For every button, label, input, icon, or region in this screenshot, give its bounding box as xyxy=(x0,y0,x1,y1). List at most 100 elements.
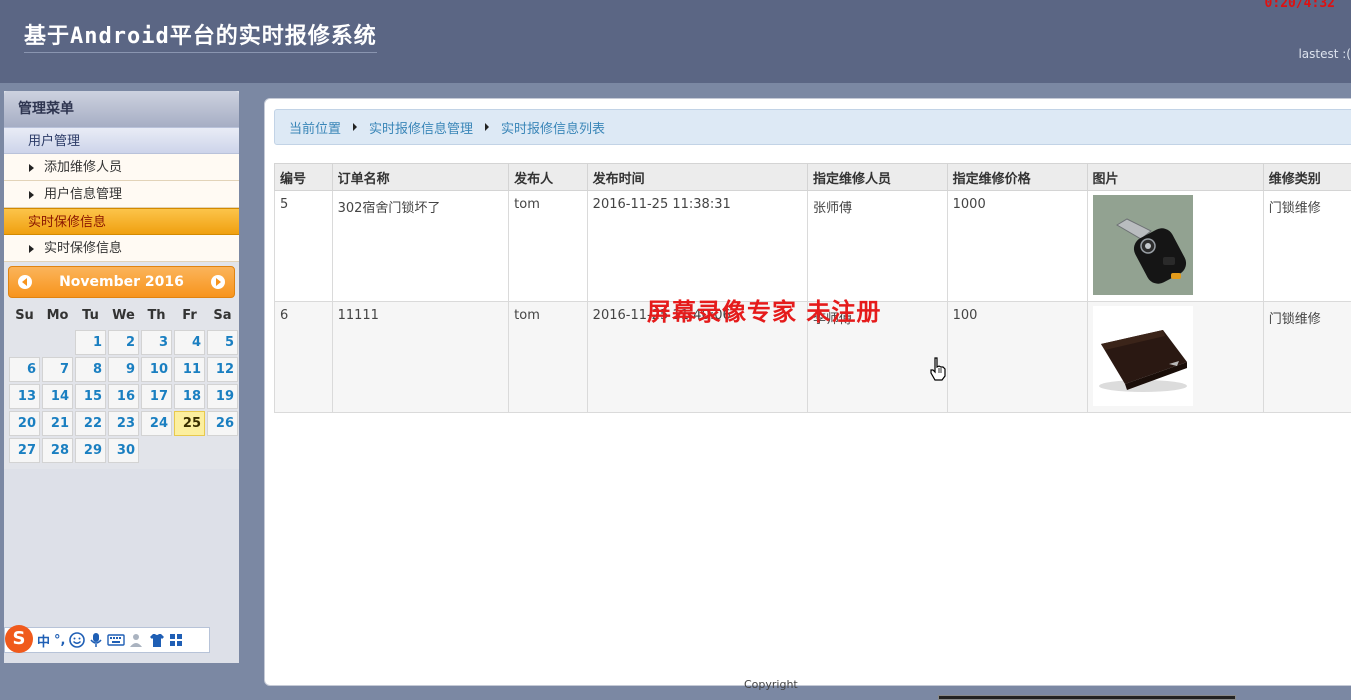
calendar-day[interactable]: 28 xyxy=(42,438,73,463)
menu-item-user-info[interactable]: 用户信息管理 xyxy=(4,181,239,208)
calendar-weekday: We xyxy=(112,308,135,323)
calendar-header: November 2016 xyxy=(8,266,235,298)
col-order-name[interactable]: 订单名称 xyxy=(331,163,510,191)
footer-copyright: Copyright xyxy=(744,678,798,691)
header: 基于Android平台的实时报修系统 0:20/4:32 lastest :( xyxy=(0,0,1351,83)
breadcrumb-current-location[interactable]: 当前位置 xyxy=(289,118,341,137)
calendar-weekday: Mo xyxy=(46,308,69,323)
calendar-day[interactable]: 27 xyxy=(9,438,40,463)
user-account-icon[interactable] xyxy=(129,632,145,648)
col-publisher[interactable]: 发布人 xyxy=(508,163,588,191)
calendar-day[interactable]: 5 xyxy=(207,330,238,355)
col-id[interactable]: 编号 xyxy=(274,163,333,191)
car-key-photo[interactable] xyxy=(1092,195,1193,295)
calendar-day[interactable]: 22 xyxy=(75,411,106,436)
calendar-day[interactable]: 8 xyxy=(75,357,106,382)
calendar-weekday: Su xyxy=(15,308,34,323)
calendar-day[interactable]: 11 xyxy=(174,357,205,382)
menu-group-user-management[interactable]: 用户管理 xyxy=(4,127,239,154)
calendar-day-today[interactable]: 25 xyxy=(174,411,205,436)
calendar-day[interactable]: 1 xyxy=(75,330,106,355)
cell-order-name: 302宿舍门锁坏了 xyxy=(331,190,510,302)
cell-image xyxy=(1086,190,1264,302)
menu-item-add-repairer[interactable]: 添加维修人员 xyxy=(4,154,239,181)
cell-publisher: tom xyxy=(508,190,588,302)
recording-timer: 0:20/4:32 xyxy=(1264,0,1335,11)
calendar-day[interactable]: 14 xyxy=(42,384,73,409)
calendar-day[interactable]: 12 xyxy=(207,357,238,382)
repair-info-table: 编号 订单名称 发布人 发布时间 指定维修人员 指定维修价格 图片 维修类别 5… xyxy=(274,163,1351,413)
breadcrumb-arrow-icon xyxy=(353,123,358,131)
calendar-day[interactable]: 21 xyxy=(42,411,73,436)
cell-image xyxy=(1086,301,1264,413)
calendar-day[interactable]: 9 xyxy=(108,357,139,382)
calendar-month-label: November 2016 xyxy=(59,274,184,290)
calendar-day[interactable]: 16 xyxy=(108,384,139,409)
cell-category: 门锁维修 xyxy=(1262,190,1351,302)
breadcrumb: 当前位置 实时报修信息管理 实时报修信息列表 xyxy=(274,109,1351,145)
breadcrumb-repair-list[interactable]: 实时报修信息列表 xyxy=(501,118,605,137)
main-panel: 当前位置 实时报修信息管理 实时报修信息列表 编号 订单名称 发布人 发布时间 … xyxy=(264,98,1351,686)
breadcrumb-arrow-icon xyxy=(485,123,490,131)
ime-mode-label[interactable]: 中 xyxy=(37,631,50,650)
col-price[interactable]: 指定维修价格 xyxy=(946,163,1088,191)
hand-cursor-icon xyxy=(930,357,946,381)
col-category[interactable]: 维修类别 xyxy=(1262,163,1351,191)
calendar-day[interactable]: 6 xyxy=(9,357,40,382)
cell-id: 6 xyxy=(274,301,333,413)
user-info: lastest :( xyxy=(1298,47,1351,61)
sidebar-title: 管理菜单 xyxy=(4,91,239,127)
breadcrumb-repair-management[interactable]: 实时报修信息管理 xyxy=(369,118,473,137)
cell-order-name: 11111 xyxy=(331,301,510,413)
calendar-weekday: Fr xyxy=(182,308,197,323)
keyboard-icon[interactable] xyxy=(107,633,126,647)
cell-price: 100 xyxy=(946,301,1088,413)
menu-group-realtime-repair[interactable]: 实时保修信息 xyxy=(4,208,239,235)
calendar-day[interactable]: 26 xyxy=(207,411,238,436)
wallet-photo[interactable] xyxy=(1092,306,1193,406)
calendar-day[interactable]: 17 xyxy=(141,384,172,409)
col-repairer[interactable]: 指定维修人员 xyxy=(806,163,948,191)
next-month-icon[interactable] xyxy=(211,275,225,289)
cell-id: 5 xyxy=(274,190,333,302)
ime-punct-label[interactable]: °, xyxy=(54,633,65,648)
sidebar: 管理菜单 用户管理 添加维修人员 用户信息管理 实时保修信息 实时保修信息 No… xyxy=(4,91,239,663)
calendar-day[interactable]: 15 xyxy=(75,384,106,409)
calendar-day[interactable]: 18 xyxy=(174,384,205,409)
calendar-day[interactable]: 10 xyxy=(141,357,172,382)
calendar-day[interactable]: 30 xyxy=(108,438,139,463)
calendar-day[interactable]: 29 xyxy=(75,438,106,463)
cell-category: 门锁维修 xyxy=(1262,301,1351,413)
calendar-weekday: Tu xyxy=(82,308,99,323)
menu-item-realtime-repair-info[interactable]: 实时保修信息 xyxy=(4,235,239,262)
col-publish-time[interactable]: 发布时间 xyxy=(586,163,808,191)
calendar-grid: Su Mo Tu We Th Fr Sa 1 2 3 4 5 6 7 8 9 10 11 12 13 14 15 16 17 1… xyxy=(9,304,238,463)
taskbar-fragment xyxy=(938,695,1236,700)
calendar-day[interactable]: 2 xyxy=(108,330,139,355)
calendar-day[interactable]: 20 xyxy=(9,411,40,436)
calendar-day[interactable]: 13 xyxy=(9,384,40,409)
skin-shirt-icon[interactable] xyxy=(149,632,165,648)
calendar-day[interactable]: 19 xyxy=(207,384,238,409)
calendar-day[interactable]: 23 xyxy=(108,411,139,436)
calendar: November 2016 Su Mo Tu We Th Fr Sa 1 2 3 4 5 6 7 8 9 10 1… xyxy=(4,262,239,469)
app-title: 基于Android平台的实时报修系统 xyxy=(24,18,377,53)
prev-month-icon[interactable] xyxy=(18,275,32,289)
cell-publisher: tom xyxy=(508,301,588,413)
cell-repairer: 张师傅 xyxy=(806,190,948,302)
calendar-day[interactable]: 24 xyxy=(141,411,172,436)
calendar-empty-cell xyxy=(9,330,40,355)
calendar-empty-cell xyxy=(42,330,73,355)
table-header-row: 编号 订单名称 发布人 发布时间 指定维修人员 指定维修价格 图片 维修类别 xyxy=(274,163,1351,191)
calendar-day[interactable]: 7 xyxy=(42,357,73,382)
table-row[interactable]: 5 302宿舍门锁坏了 tom 2016-11-25 11:38:31 张师傅 … xyxy=(274,190,1351,302)
toolbox-grid-icon[interactable] xyxy=(169,633,183,647)
calendar-weekday: Sa xyxy=(213,308,232,323)
cell-price: 1000 xyxy=(946,190,1088,302)
sogou-logo-icon[interactable]: S xyxy=(5,625,33,653)
col-image[interactable]: 图片 xyxy=(1086,163,1264,191)
microphone-icon[interactable] xyxy=(89,632,103,648)
calendar-day[interactable]: 3 xyxy=(141,330,172,355)
emoji-icon[interactable] xyxy=(69,632,86,648)
calendar-day[interactable]: 4 xyxy=(174,330,205,355)
